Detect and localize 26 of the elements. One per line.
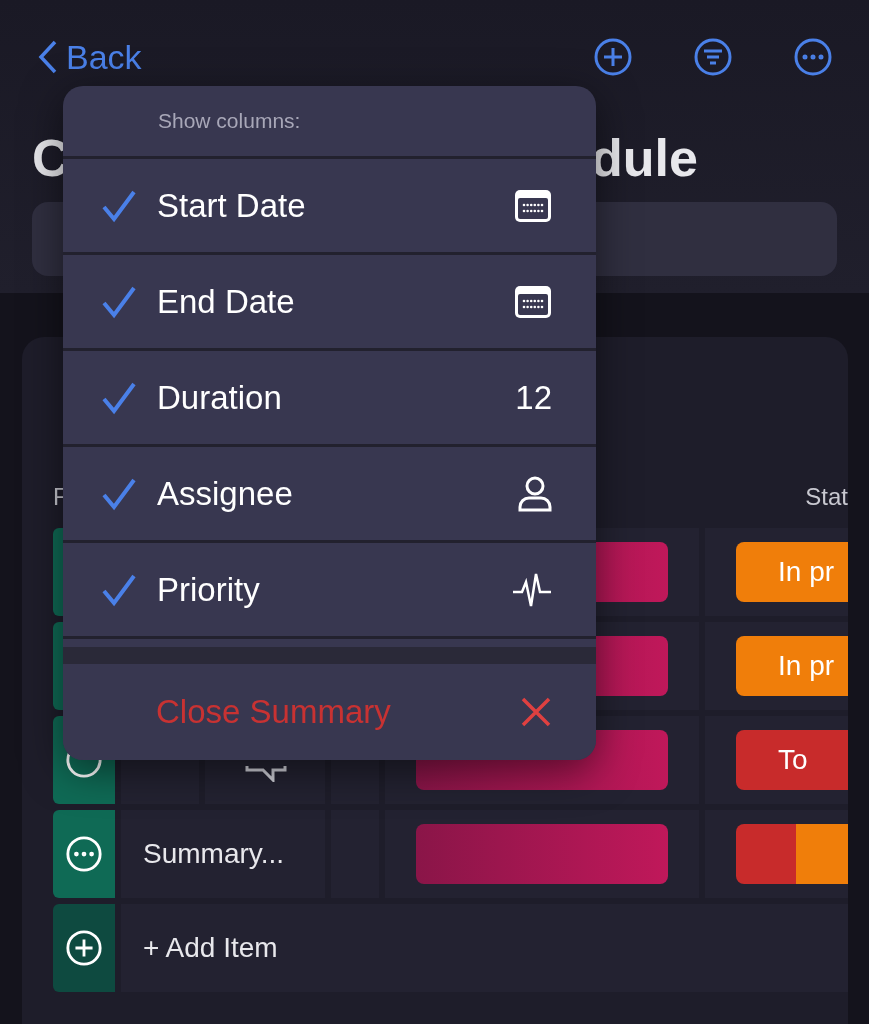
menu-item[interactable]: Start Date <box>63 159 596 255</box>
filter-icon[interactable] <box>693 37 733 77</box>
more-icon[interactable] <box>793 37 833 77</box>
menu-item[interactable]: Duration 12 <box>63 351 596 447</box>
item-name: Summary... <box>142 838 285 870</box>
more-icon <box>65 835 103 873</box>
menu-item[interactable]: Assignee <box>63 447 596 543</box>
menu-title: Show columns: <box>158 109 301 133</box>
back-button[interactable]: Back <box>32 37 142 77</box>
comment-icon <box>243 766 289 782</box>
menu-item[interactable]: End Date <box>63 255 596 351</box>
add-item-row[interactable]: + Add Item <box>121 904 848 992</box>
row-handle[interactable] <box>53 810 115 898</box>
menu-item[interactable]: Priority <box>63 543 596 639</box>
duration-value: 12 <box>515 378 552 417</box>
chevron-left-icon <box>38 40 58 74</box>
plus-icon <box>65 929 103 967</box>
add-icon[interactable] <box>593 37 633 77</box>
status-bar[interactable]: To <box>736 730 848 790</box>
row-handle[interactable] <box>53 904 115 992</box>
person-icon <box>518 475 552 512</box>
close-icon <box>520 696 552 728</box>
calendar-icon <box>514 188 552 223</box>
column-header: Stat <box>805 483 848 512</box>
pulse-icon <box>512 571 552 608</box>
calendar-icon <box>514 284 552 319</box>
